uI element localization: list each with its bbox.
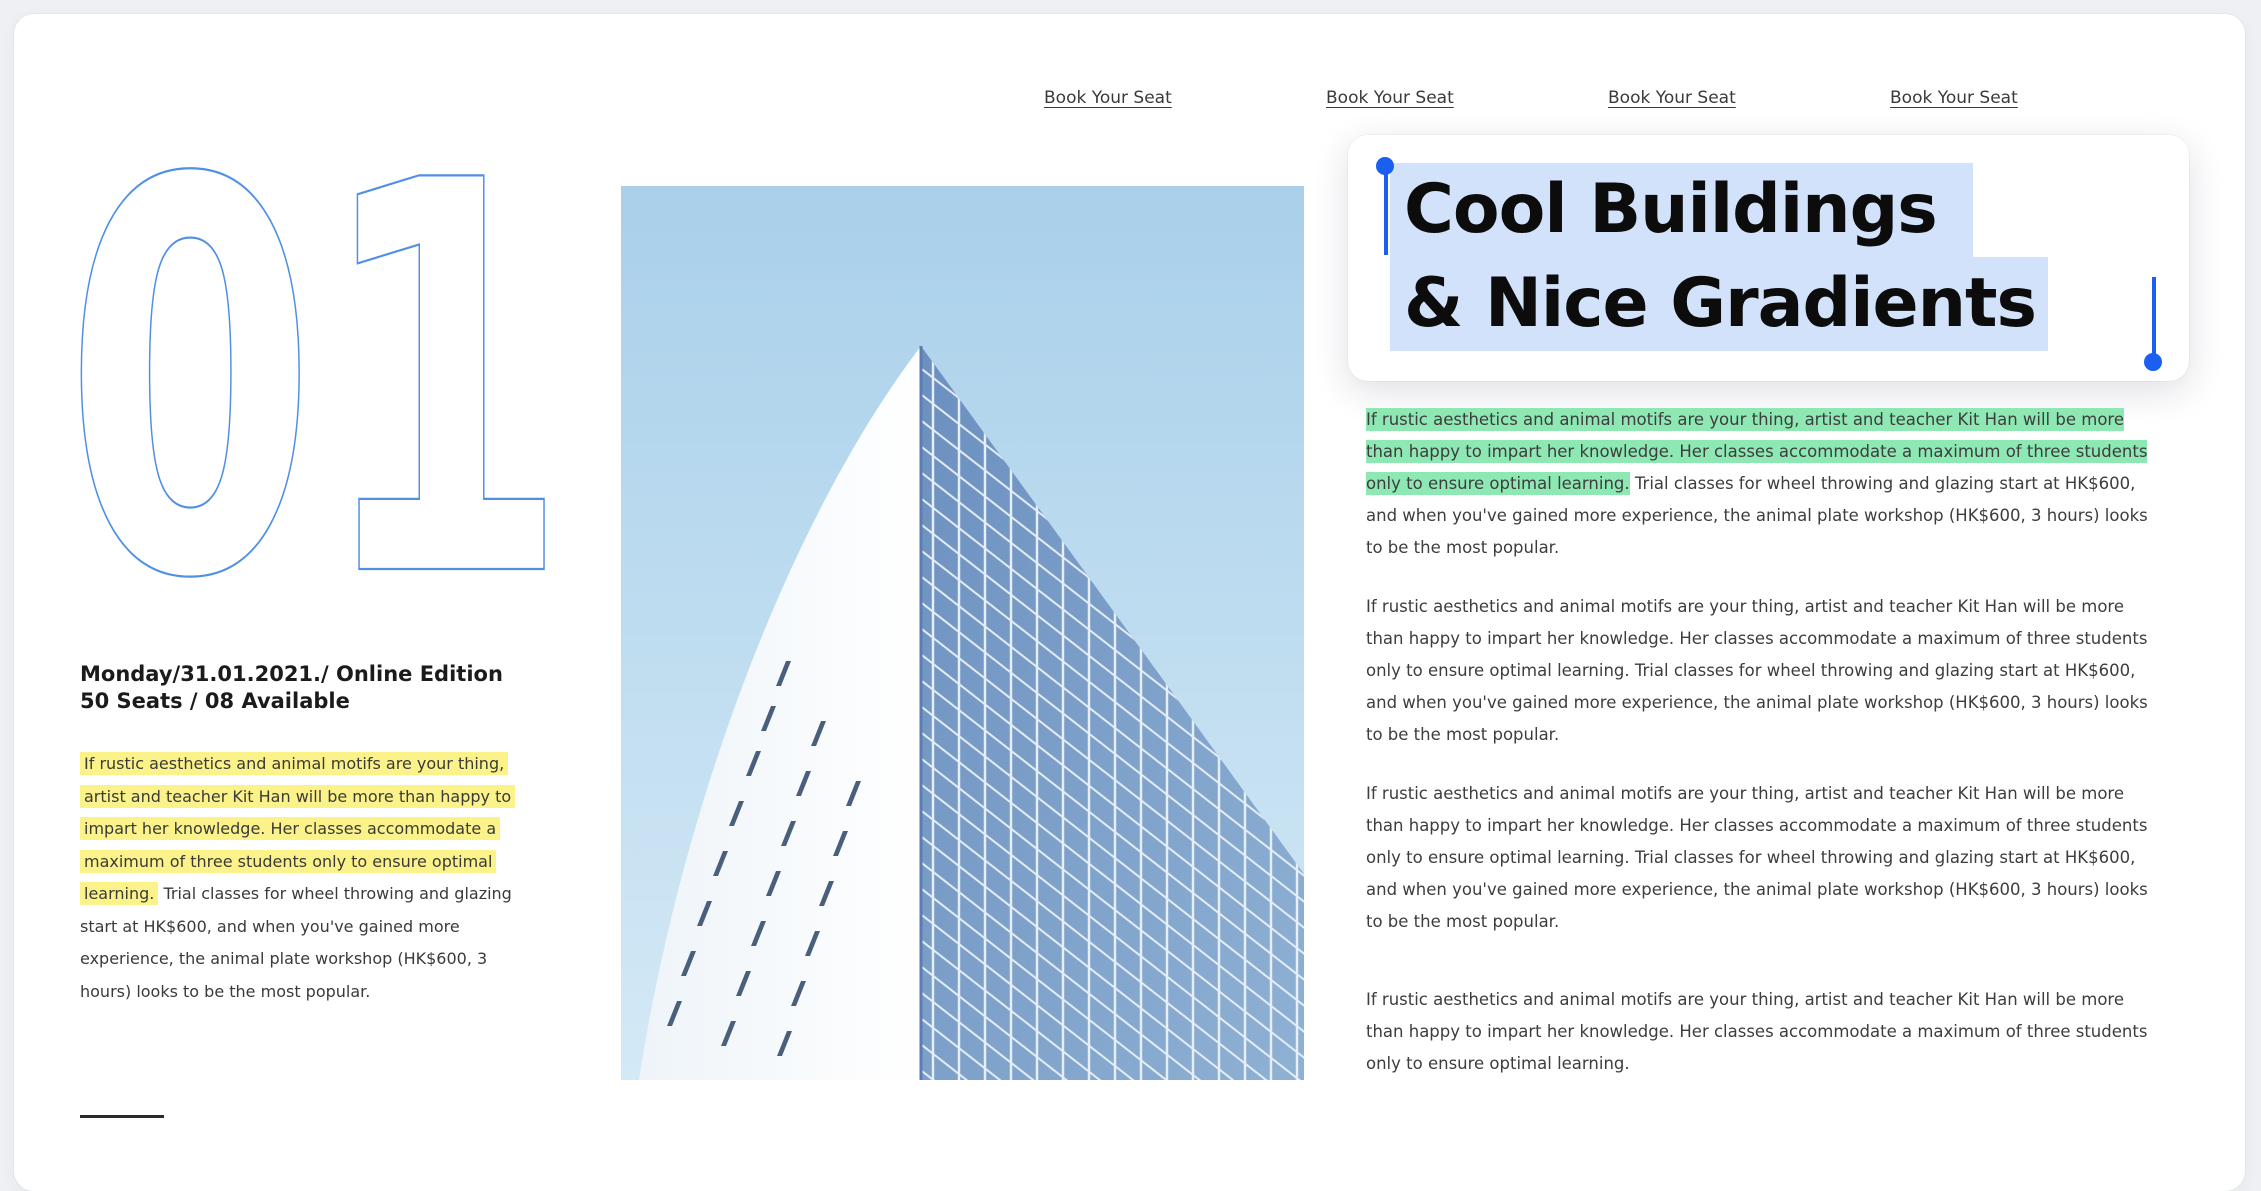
book-seat-link-3[interactable]: Book Your Seat — [1608, 88, 1736, 108]
selection-end-knob[interactable] — [2144, 353, 2162, 371]
selection-start-handle[interactable] — [1384, 167, 1388, 255]
editor-canvas: Book Your Seat Book Your Seat Book Your … — [14, 14, 2245, 1191]
paragraph-4: If rustic aesthetics and animal motifs a… — [1366, 990, 2148, 1073]
headline-card[interactable]: Cool Buildings & Nice Gradients — [1348, 135, 2189, 381]
book-seat-link-2[interactable]: Book Your Seat — [1326, 88, 1454, 108]
divider-rule — [80, 1115, 164, 1118]
highlighted-text-yellow[interactable]: If rustic aesthetics and animal motifs a… — [80, 752, 516, 905]
building-photo — [621, 186, 1304, 1080]
top-nav: Book Your Seat Book Your Seat Book Your … — [1044, 88, 2104, 118]
event-meta: Monday/31.01.2021./ Online Edition 50 Se… — [80, 661, 550, 715]
event-number-text: 01 — [72, 164, 569, 584]
event-date-line: Monday/31.01.2021./ Online Edition — [80, 662, 503, 686]
paragraph-3: If rustic aesthetics and animal motifs a… — [1366, 784, 2148, 931]
event-number: 01 — [72, 164, 570, 584]
selection-start-knob[interactable] — [1376, 157, 1394, 175]
event-description: If rustic aesthetics and animal motifs a… — [80, 748, 540, 1008]
selection-end-handle[interactable] — [2152, 277, 2156, 363]
paragraph-2: If rustic aesthetics and animal motifs a… — [1366, 597, 2148, 744]
book-seat-link-4[interactable]: Book Your Seat — [1890, 88, 2018, 108]
headline[interactable]: Cool Buildings & Nice Gradients — [1390, 163, 2049, 351]
headline-line-1: Cool Buildings — [1390, 163, 1973, 257]
book-seat-link-1[interactable]: Book Your Seat — [1044, 88, 1172, 108]
paragraph-1: If rustic aesthetics and animal motifs a… — [1366, 404, 2166, 564]
headline-line-2: & Nice Gradients — [1390, 257, 2049, 351]
event-seats-line: 50 Seats / 08 Available — [80, 689, 350, 713]
